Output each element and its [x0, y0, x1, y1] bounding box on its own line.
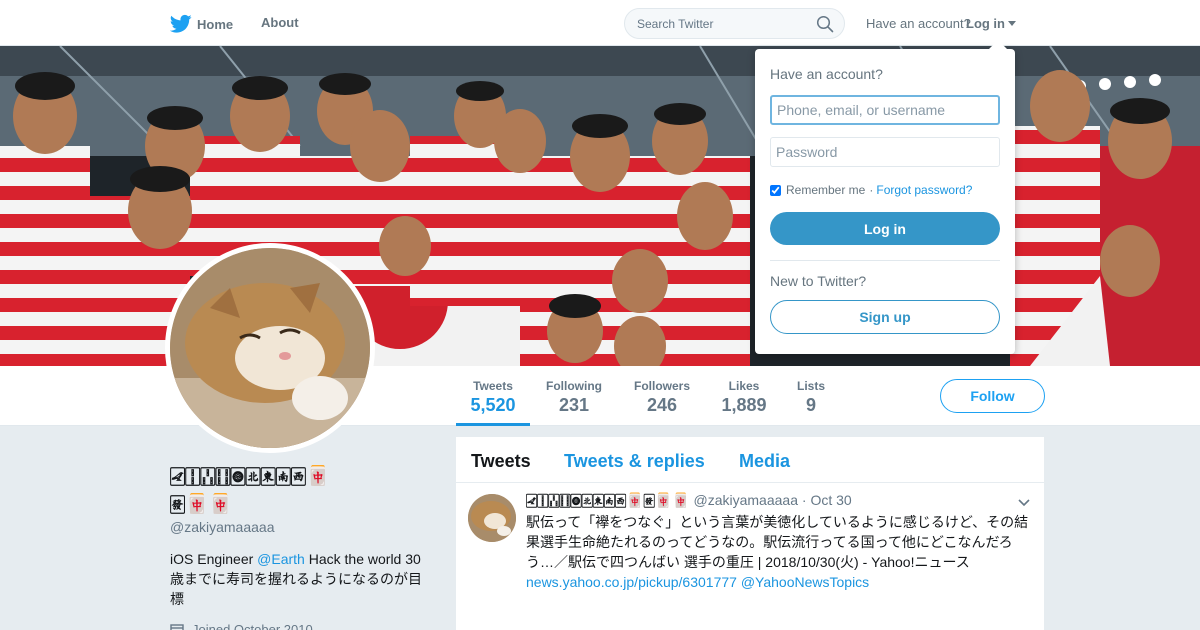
follow-button[interactable]: Follow: [940, 379, 1045, 413]
bio-mention-link[interactable]: @Earth: [257, 551, 305, 567]
profile-handle[interactable]: @zakiyamaaaaa: [170, 519, 275, 535]
profile-name-line2: 🀅🀄🀄: [170, 494, 233, 515]
separator-dot: ·: [869, 183, 874, 197]
joined-text: Joined October 2010: [192, 622, 313, 630]
stat-value: 231: [558, 395, 590, 415]
search-box: [624, 8, 845, 39]
new-to-twitter-text: New to Twitter?: [770, 273, 867, 289]
stat-label: Followers: [633, 379, 690, 393]
password-field[interactable]: [770, 137, 1000, 167]
profile-name[interactable]: 🀐🀑🀒🀓🀙🀃🀀🀁🀂🀄 🀅🀄🀄: [170, 463, 430, 519]
tweet-author-handle[interactable]: @zakiyamaaaaa: [694, 492, 799, 508]
login-dropdown-toggle[interactable]: Log in: [966, 16, 1005, 31]
stat-label: Tweets: [473, 379, 513, 393]
stat-followers[interactable]: Followers 246: [628, 366, 696, 426]
joined-date: Joined October 2010: [170, 622, 313, 630]
tab-media[interactable]: Media: [739, 451, 790, 472]
tweet-mention-link[interactable]: @YahooNewsTopics: [741, 574, 869, 590]
nav-about[interactable]: About: [261, 15, 299, 30]
remember-me-checkbox[interactable]: [770, 184, 781, 196]
chevron-down-icon[interactable]: [1018, 499, 1030, 507]
tweet-text: 駅伝って「襷をつなぐ」という言葉が美徳化しているように感じるけど、その結果選手生…: [526, 512, 1034, 592]
timeline: Tweets Tweets & replies Media 🀐🀑🀒🀓🀙🀃🀀🀁🀂🀄…: [456, 437, 1044, 630]
tweet-avatar[interactable]: [468, 494, 516, 542]
remember-me-label[interactable]: Remember me: [786, 183, 865, 197]
have-account-text: Have an account?: [866, 16, 971, 31]
nav-home-label: Home: [197, 16, 234, 32]
tweet-author-name[interactable]: 🀐🀑🀒🀓🀙🀃🀀🀁🀂🀄🀅🀄🀄: [526, 492, 690, 508]
profile-bio: iOS Engineer @Earth Hack the world 30歳まで…: [170, 549, 430, 609]
search-icon[interactable]: [816, 15, 834, 33]
divider: [770, 260, 1000, 261]
stat-value: 246: [646, 395, 678, 415]
top-nav: Home About Have an account? Log in: [0, 0, 1200, 46]
login-dropdown: Have an account? Remember me · Forgot pa…: [755, 49, 1015, 354]
remember-row: Remember me · Forgot password?: [770, 183, 972, 197]
stat-label: Following: [546, 379, 602, 393]
avatar[interactable]: [165, 243, 375, 453]
tab-tweets-replies[interactable]: Tweets & replies: [564, 451, 705, 472]
calendar-icon: [170, 623, 184, 630]
username-field[interactable]: [770, 95, 1000, 125]
stat-following[interactable]: Following 231: [540, 366, 608, 426]
stat-label: Lists: [796, 379, 825, 393]
stat-lists[interactable]: Lists 9: [790, 366, 832, 426]
stat-likes[interactable]: Likes 1,889: [714, 366, 774, 426]
dropdown-arrow: [988, 40, 1008, 50]
caret-down-icon[interactable]: [1008, 21, 1016, 26]
bio-text: iOS Engineer: [170, 551, 258, 567]
cat-avatar-image: [170, 248, 370, 448]
stat-label: Likes: [728, 379, 760, 393]
search-input[interactable]: [637, 15, 807, 33]
profile-name-line1: 🀐🀑🀒🀓🀙🀃🀀🀁🀂🀄: [170, 466, 330, 487]
tweet-body: 駅伝って「襷をつなぐ」という言葉が美徳化しているように感じるけど、その結果選手生…: [526, 514, 1029, 570]
tweet-header: 🀐🀑🀒🀓🀙🀃🀀🀁🀂🀄🀅🀄🀄 @zakiyamaaaaa · Oct 30: [526, 492, 852, 509]
stat-value: 1,889: [721, 395, 767, 415]
forgot-password-link[interactable]: Forgot password?: [876, 183, 972, 197]
login-button[interactable]: Log in: [770, 212, 1000, 245]
tweet-date[interactable]: · Oct 30: [802, 492, 852, 508]
stat-value: 5,520: [470, 395, 516, 415]
nav-home[interactable]: Home: [170, 13, 233, 35]
stat-value: 9: [805, 395, 816, 415]
tab-tweets[interactable]: Tweets: [471, 451, 531, 472]
tweet-url-link[interactable]: news.yahoo.co.jp/pickup/6301777: [526, 574, 737, 590]
signup-button[interactable]: Sign up: [770, 300, 1000, 334]
stat-tweets[interactable]: Tweets 5,520: [456, 366, 530, 426]
twitter-bird-icon: [170, 14, 192, 33]
tweet-item[interactable]: 🀐🀑🀒🀓🀙🀃🀀🀁🀂🀄🀅🀄🀄 @zakiyamaaaaa · Oct 30 駅伝っ…: [456, 484, 1044, 630]
dropdown-title: Have an account?: [770, 66, 883, 82]
timeline-tabs: Tweets Tweets & replies Media: [456, 437, 1044, 483]
cat-avatar-image: [468, 494, 516, 542]
